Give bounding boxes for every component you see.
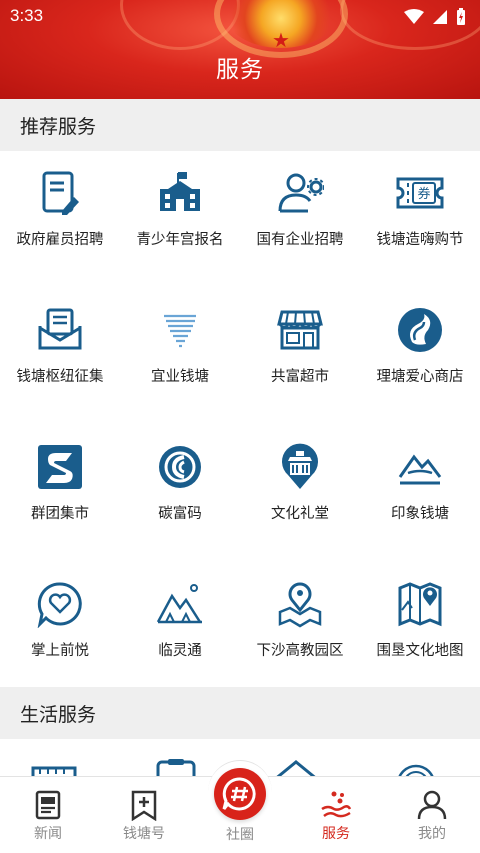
section-header-recommended: 推荐服务 <box>0 99 480 151</box>
hashtag-bubble-icon <box>222 777 256 811</box>
mountain-sketch-icon <box>396 443 444 491</box>
section-title: 推荐服务 <box>20 116 97 138</box>
service-label: 围垦文化地图 <box>376 643 464 659</box>
house-icon <box>272 758 320 778</box>
service-label: 掌上前悦 <box>31 643 89 659</box>
s-logo-icon <box>36 443 84 491</box>
service-item[interactable]: 共富超市 <box>240 288 360 425</box>
circle-badge-icon <box>392 758 440 778</box>
tab-qiantang-hao[interactable]: 钱塘号 <box>96 777 192 853</box>
mail-envelope-icon <box>36 306 84 354</box>
carbon-code-icon <box>156 443 204 491</box>
person-icon <box>416 789 448 821</box>
service-label: 国有企业招聘 <box>256 232 344 248</box>
service-item[interactable]: 掌上前悦 <box>0 562 120 699</box>
service-label: 印象钱塘 <box>391 506 449 522</box>
status-time: 3:33 <box>10 6 44 25</box>
heart-bubble-icon <box>36 580 84 628</box>
map-pin-icon <box>276 580 324 628</box>
app-screen: ★ 3:33 服务 推荐服务 政府雇员招聘 青少年宫报名 国有企业招聘 券 钱塘… <box>0 0 480 853</box>
service-item[interactable]: 群团集市 <box>0 425 120 562</box>
service-label: 政府雇员招聘 <box>16 232 104 248</box>
header-banner: ★ 3:33 服务 <box>0 0 480 99</box>
clipboard-icon <box>152 758 200 778</box>
service-item[interactable]: 临灵通 <box>120 562 240 699</box>
service-item[interactable]: 围垦文化地图 <box>360 562 480 699</box>
service-label: 文化礼堂 <box>271 506 329 522</box>
tab-label: 服务 <box>322 826 350 842</box>
coupon-ticket-icon: 券 <box>396 169 444 217</box>
tab-mine[interactable]: 我的 <box>384 777 480 853</box>
tab-label: 我的 <box>418 826 446 842</box>
tab-service[interactable]: 服务 <box>288 777 384 853</box>
folded-map-icon <box>396 580 444 628</box>
wifi-icon <box>404 9 424 24</box>
status-icons <box>404 8 466 26</box>
mountain-sun-icon <box>156 580 204 628</box>
service-item[interactable]: 下沙高教园区 <box>240 562 360 699</box>
service-label: 钱塘造嗨购节 <box>376 232 464 248</box>
tab-social-circle[interactable] <box>214 768 266 820</box>
service-item[interactable]: 国有企业招聘 <box>240 151 360 288</box>
tab-label: 社圈 <box>226 827 254 843</box>
section-title: 生活服务 <box>20 704 97 726</box>
service-label: 宜业钱塘 <box>151 369 209 385</box>
service-label: 青少年宫报名 <box>136 232 224 248</box>
bookmark-plus-icon <box>128 789 160 822</box>
service-item[interactable]: 政府雇员招聘 <box>0 151 120 288</box>
service-item[interactable]: 券 钱塘造嗨购节 <box>360 151 480 288</box>
service-item[interactable]: 理塘爱心商店 <box>360 288 480 425</box>
service-label: 共富超市 <box>271 369 329 385</box>
newspaper-icon <box>32 789 64 821</box>
service-hand-icon <box>320 789 352 821</box>
service-item[interactable]: 碳富码 <box>120 425 240 562</box>
service-item[interactable]: 宜业钱塘 <box>120 288 240 425</box>
service-item[interactable]: 文化礼堂 <box>240 425 360 562</box>
battery-icon <box>457 8 465 25</box>
tab-news[interactable]: 新闻 <box>0 777 96 853</box>
hall-pin-icon <box>276 443 324 491</box>
school-building-icon <box>156 169 204 217</box>
svg-text:券: 券 <box>417 186 430 202</box>
service-label: 群团集市 <box>31 506 89 522</box>
service-label: 碳富码 <box>158 506 202 522</box>
user-gear-icon <box>276 169 324 217</box>
tab-label: 钱塘号 <box>123 826 165 842</box>
document-pen-icon <box>36 169 84 217</box>
service-label: 钱塘枢纽征集 <box>16 369 104 385</box>
tab-label: 新闻 <box>34 826 62 842</box>
storefront-icon <box>276 306 324 354</box>
page-title: 服务 <box>216 57 264 83</box>
signal-icon <box>433 10 447 24</box>
calendar-icon <box>30 758 78 778</box>
status-bar: 3:33 <box>0 0 480 34</box>
service-item[interactable]: 印象钱塘 <box>360 425 480 562</box>
service-item[interactable]: 钱塘枢纽征集 <box>0 288 120 425</box>
service-item[interactable]: 青少年宫报名 <box>120 151 240 288</box>
service-label: 下沙高教园区 <box>256 643 344 659</box>
swirl-logo-icon <box>396 306 444 354</box>
service-label: 理塘爱心商店 <box>376 369 464 385</box>
section-header-life: 生活服务 <box>0 687 480 739</box>
service-label: 临灵通 <box>158 643 202 659</box>
wave-lines-icon <box>156 306 204 354</box>
